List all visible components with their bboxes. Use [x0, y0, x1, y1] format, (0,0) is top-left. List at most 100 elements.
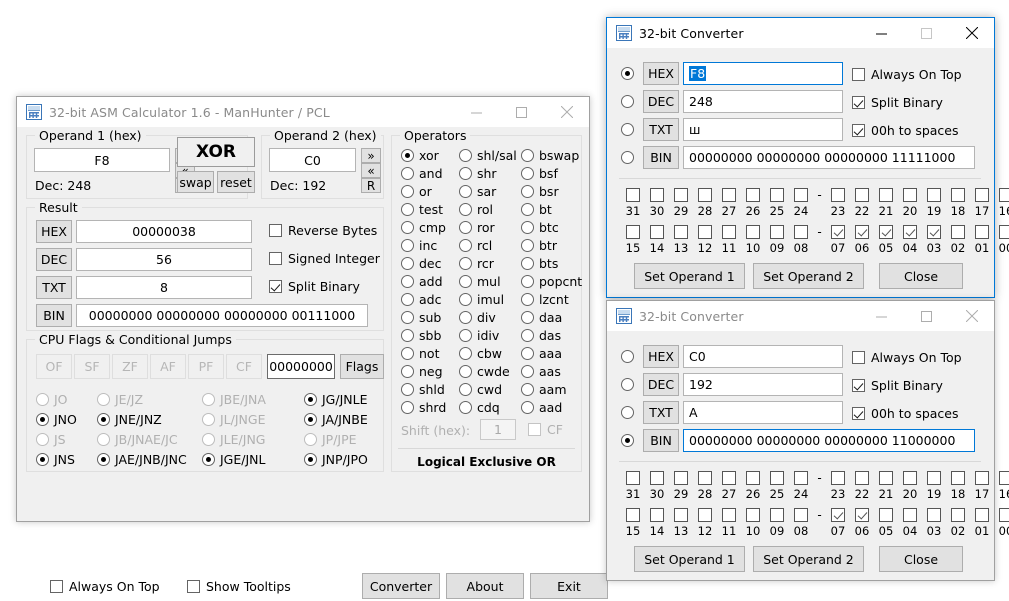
- converter2-button-txt[interactable]: TXT: [643, 401, 679, 424]
- result-txt-button[interactable]: TXT: [36, 276, 72, 299]
- result-txt-value[interactable]: 8: [76, 276, 252, 299]
- operator-radio-ror[interactable]: ror: [459, 220, 495, 235]
- bit-checkbox-08[interactable]: 08: [789, 508, 813, 538]
- converter1-titlebar[interactable]: 32-bit Converter: [607, 18, 994, 48]
- bit-checkbox-07[interactable]: 07: [826, 508, 850, 538]
- converter1-button-dec[interactable]: DEC: [643, 90, 679, 113]
- result-dec-button[interactable]: DEC: [36, 248, 72, 271]
- operator-radio-cmp[interactable]: cmp: [401, 220, 446, 235]
- bit-checkbox-24[interactable]: 24: [789, 471, 813, 501]
- operator-radio-xor[interactable]: xor: [401, 148, 439, 163]
- shift-hex-input[interactable]: 1: [480, 419, 516, 440]
- result-bin-button[interactable]: BIN: [36, 304, 72, 327]
- bit-checkbox-09[interactable]: 09: [765, 225, 789, 255]
- converter2-option-always-on-top[interactable]: Always On Top: [852, 350, 962, 365]
- operator-radio-aad[interactable]: aad: [521, 400, 562, 415]
- minimize-icon[interactable]: [859, 18, 904, 48]
- operator-radio-or[interactable]: or: [401, 184, 432, 199]
- operator-radio-idiv[interactable]: idiv: [459, 328, 499, 343]
- bit-checkbox-00[interactable]: 00: [994, 508, 1009, 538]
- jump-radio-ja-jnbe[interactable]: JA/JNBE: [304, 412, 368, 427]
- bit-checkbox-15[interactable]: 15: [621, 225, 645, 255]
- about-button[interactable]: About: [446, 573, 524, 599]
- bit-checkbox-15[interactable]: 15: [621, 508, 645, 538]
- operator-radio-das[interactable]: das: [521, 328, 561, 343]
- operator-radio-btc[interactable]: btc: [521, 220, 559, 235]
- converter1-option-00h-to-spaces[interactable]: 00h to spaces: [852, 123, 959, 138]
- jump-radio-jns[interactable]: JNS: [36, 452, 75, 467]
- operator-radio-daa[interactable]: daa: [521, 310, 562, 325]
- jump-radio-jl-jnge[interactable]: JL/JNGE: [202, 412, 265, 427]
- operator-radio-cdq[interactable]: cdq: [459, 400, 500, 415]
- close-icon[interactable]: [949, 301, 994, 331]
- converter1-radio-txt[interactable]: [621, 123, 639, 136]
- converter2-radio-bin[interactable]: [621, 434, 639, 447]
- converter2-set-operand-2-button[interactable]: Set Operand 2: [753, 546, 864, 572]
- bit-checkbox-23[interactable]: 23: [826, 471, 850, 501]
- jump-radio-jno[interactable]: JNO: [36, 412, 77, 427]
- bit-checkbox-05[interactable]: 05: [874, 508, 898, 538]
- operator-radio-cbw[interactable]: cbw: [459, 346, 502, 361]
- close-icon[interactable]: [949, 18, 994, 48]
- bit-checkbox-04[interactable]: 04: [898, 508, 922, 538]
- bit-checkbox-30[interactable]: 30: [645, 188, 669, 218]
- minimize-icon[interactable]: [859, 301, 904, 331]
- converter1-button-txt[interactable]: TXT: [643, 118, 679, 141]
- bit-checkbox-14[interactable]: 14: [645, 225, 669, 255]
- bit-checkbox-09[interactable]: 09: [765, 508, 789, 538]
- operator-radio-shr[interactable]: shr: [459, 166, 497, 181]
- bit-checkbox-21[interactable]: 21: [874, 471, 898, 501]
- operator-radio-neg[interactable]: neg: [401, 364, 443, 379]
- maximize-icon[interactable]: [499, 97, 544, 127]
- jump-radio-jg-jnle[interactable]: JG/JNLE: [304, 392, 367, 407]
- bit-checkbox-29[interactable]: 29: [669, 188, 693, 218]
- converter2-button-dec[interactable]: DEC: [643, 373, 679, 396]
- jump-radio-je-jz[interactable]: JE/JZ: [97, 392, 143, 407]
- operator-radio-rcr[interactable]: rcr: [459, 256, 494, 271]
- operator-radio-bswap[interactable]: bswap: [521, 148, 579, 163]
- minimize-icon[interactable]: [454, 97, 499, 127]
- jump-radio-js[interactable]: JS: [36, 432, 66, 447]
- converter1-input-hex[interactable]: F8: [683, 62, 843, 85]
- bit-checkbox-21[interactable]: 21: [874, 188, 898, 218]
- bit-checkbox-06[interactable]: 06: [850, 508, 874, 538]
- bit-checkbox-24[interactable]: 24: [789, 188, 813, 218]
- operator-radio-btr[interactable]: btr: [521, 238, 557, 253]
- jump-radio-jo[interactable]: JO: [36, 392, 68, 407]
- bit-checkbox-16[interactable]: 16: [994, 471, 1009, 501]
- converter2-input-bin[interactable]: 00000000 00000000 00000000 11000000: [683, 429, 975, 452]
- operator-radio-shrd[interactable]: shrd: [401, 400, 446, 415]
- reset-button[interactable]: reset: [217, 171, 255, 193]
- maximize-icon[interactable]: [904, 18, 949, 48]
- bit-checkbox-18[interactable]: 18: [946, 188, 970, 218]
- converter1-button-bin[interactable]: BIN: [643, 146, 679, 169]
- bit-checkbox-22[interactable]: 22: [850, 471, 874, 501]
- bit-checkbox-13[interactable]: 13: [669, 225, 693, 255]
- bit-checkbox-04[interactable]: 04: [898, 225, 922, 255]
- converter1-option-split-binary[interactable]: Split Binary: [852, 95, 943, 110]
- bit-checkbox-13[interactable]: 13: [669, 508, 693, 538]
- converter2-radio-hex[interactable]: [621, 350, 639, 363]
- converter1-close-button[interactable]: Close: [879, 263, 963, 289]
- operator-radio-inc[interactable]: inc: [401, 238, 437, 253]
- result-bin-value[interactable]: 00000000 00000000 00000000 00111000: [76, 304, 368, 327]
- flag-button-of[interactable]: OF: [36, 354, 72, 379]
- operand2-reset-button[interactable]: R: [361, 178, 381, 193]
- jump-radio-jne-jnz[interactable]: JNE/JNZ: [97, 412, 162, 427]
- jump-radio-jae-jnb-jnc[interactable]: JAE/JNB/JNC: [97, 452, 187, 467]
- show-tooltips-checkbox[interactable]: Show Tooltips: [187, 579, 291, 594]
- close-icon[interactable]: [544, 97, 589, 127]
- jump-radio-jbe-jna[interactable]: JBE/JNA: [202, 392, 266, 407]
- operator-radio-shl-sal[interactable]: shl/sal: [459, 148, 517, 163]
- operator-radio-bsr[interactable]: bsr: [521, 184, 559, 199]
- converter2-input-dec[interactable]: 192: [683, 373, 843, 396]
- operator-radio-sbb[interactable]: sbb: [401, 328, 441, 343]
- split-binary-checkbox[interactable]: Split Binary: [269, 279, 360, 294]
- converter1-set-operand-1-button[interactable]: Set Operand 1: [634, 263, 745, 289]
- operator-radio-imul[interactable]: imul: [459, 292, 504, 307]
- bit-checkbox-02[interactable]: 02: [946, 225, 970, 255]
- bit-checkbox-10[interactable]: 10: [741, 225, 765, 255]
- jump-radio-jb-jnae-jc[interactable]: JB/JNAE/JC: [97, 432, 178, 447]
- bit-checkbox-17[interactable]: 17: [970, 471, 994, 501]
- flag-button-pf[interactable]: PF: [188, 354, 224, 379]
